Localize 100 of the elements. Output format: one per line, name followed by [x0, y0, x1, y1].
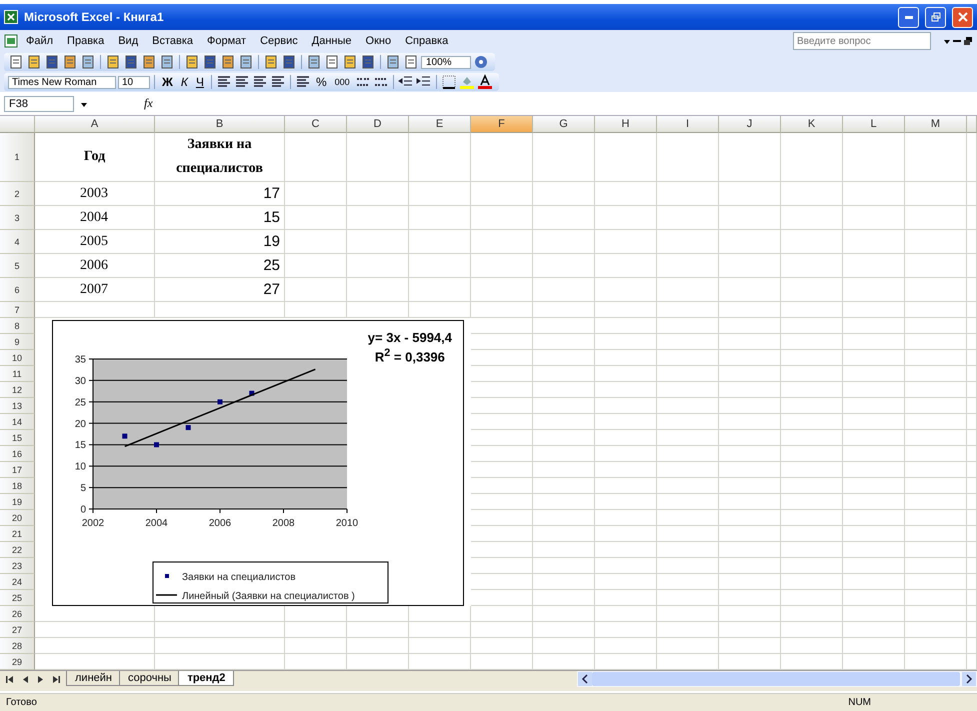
table-cell[interactable]	[595, 526, 657, 542]
table-header-cell[interactable]: Заявки на специалистов	[155, 133, 285, 182]
table-cell[interactable]	[967, 334, 977, 350]
column-header[interactable]: E	[409, 116, 471, 133]
table-cell[interactable]	[967, 318, 977, 334]
row-header[interactable]: 17	[0, 462, 35, 478]
table-cell[interactable]: 2005	[35, 230, 155, 254]
table-cell[interactable]	[719, 366, 781, 382]
table-cell[interactable]	[843, 366, 905, 382]
table-cell[interactable]	[347, 302, 409, 318]
table-cell[interactable]	[657, 398, 719, 414]
table-cell[interactable]	[409, 278, 471, 302]
table-cell[interactable]	[781, 510, 843, 526]
table-cell[interactable]	[967, 638, 977, 654]
table-cell[interactable]	[409, 133, 471, 182]
table-cell[interactable]	[843, 622, 905, 638]
table-cell[interactable]	[533, 558, 595, 574]
table-cell[interactable]	[409, 622, 471, 638]
sheet-navigation-arrow-icon[interactable]	[6, 675, 15, 684]
row-header[interactable]: 7	[0, 302, 35, 318]
table-cell[interactable]	[657, 462, 719, 478]
column-header[interactable]: F	[471, 116, 533, 133]
table-cell[interactable]	[657, 206, 719, 230]
table-cell[interactable]: 27	[155, 278, 285, 302]
table-cell[interactable]	[657, 414, 719, 430]
close-button[interactable]	[952, 6, 973, 28]
table-cell[interactable]	[905, 133, 967, 182]
table-cell[interactable]	[533, 510, 595, 526]
column-header[interactable]: G	[533, 116, 595, 133]
table-cell[interactable]	[781, 334, 843, 350]
table-cell[interactable]	[781, 278, 843, 302]
table-cell[interactable]	[657, 133, 719, 182]
table-cell[interactable]	[719, 206, 781, 230]
table-cell[interactable]	[409, 230, 471, 254]
table-cell[interactable]	[719, 414, 781, 430]
help-icon[interactable]	[473, 54, 489, 70]
column-header[interactable]: K	[781, 116, 843, 133]
table-cell[interactable]	[471, 478, 533, 494]
table-cell[interactable]	[533, 382, 595, 398]
table-cell[interactable]	[719, 542, 781, 558]
menu-item[interactable]: Данные	[306, 33, 358, 49]
table-cell[interactable]	[657, 182, 719, 206]
table-cell[interactable]	[967, 462, 977, 478]
table-cell[interactable]	[595, 254, 657, 278]
zoom-dropdown[interactable]: 100%	[421, 56, 471, 68]
column-header[interactable]: D	[347, 116, 409, 133]
table-cell[interactable]	[905, 510, 967, 526]
table-cell[interactable]	[843, 206, 905, 230]
row-header[interactable]: 16	[0, 446, 35, 462]
table-cell[interactable]	[595, 542, 657, 558]
menu-item[interactable]: Вставка	[146, 33, 200, 49]
table-cell[interactable]	[719, 230, 781, 254]
table-cell[interactable]	[657, 366, 719, 382]
table-cell[interactable]: 25	[155, 254, 285, 278]
table-cell[interactable]	[595, 182, 657, 206]
column-header[interactable]: C	[285, 116, 347, 133]
table-cell[interactable]	[905, 206, 967, 230]
table-cell[interactable]	[533, 318, 595, 334]
table-cell[interactable]	[781, 414, 843, 430]
table-cell[interactable]	[155, 302, 285, 318]
table-cell[interactable]	[657, 574, 719, 590]
table-cell[interactable]	[409, 254, 471, 278]
table-cell[interactable]	[533, 254, 595, 278]
table-cell[interactable]	[781, 478, 843, 494]
table-cell[interactable]	[595, 606, 657, 622]
table-cell[interactable]	[905, 622, 967, 638]
table-cell[interactable]	[843, 230, 905, 254]
column-header[interactable]: B	[155, 116, 285, 133]
table-cell[interactable]	[719, 318, 781, 334]
table-cell[interactable]	[905, 350, 967, 366]
table-cell[interactable]	[781, 430, 843, 446]
table-cell[interactable]	[657, 510, 719, 526]
table-cell[interactable]	[843, 510, 905, 526]
table-cell[interactable]	[781, 366, 843, 382]
menu-item[interactable]: Справка	[399, 33, 454, 49]
table-cell[interactable]	[595, 382, 657, 398]
table-cell[interactable]	[533, 590, 595, 606]
sheet-tab[interactable]: линейн	[66, 671, 121, 686]
table-cell[interactable]	[533, 278, 595, 302]
menu-item[interactable]: Окно	[360, 33, 398, 49]
table-cell[interactable]	[533, 606, 595, 622]
row-header[interactable]: 3	[0, 206, 35, 230]
table-cell[interactable]	[35, 622, 155, 638]
row-header[interactable]: 13	[0, 398, 35, 414]
table-cell[interactable]	[533, 542, 595, 558]
table-cell[interactable]	[409, 206, 471, 230]
table-cell[interactable]	[657, 230, 719, 254]
table-cell[interactable]	[781, 182, 843, 206]
dropdown-arrow-icon[interactable]	[943, 37, 951, 45]
menu-item[interactable]: Файл	[20, 33, 60, 49]
table-cell[interactable]	[843, 558, 905, 574]
table-cell[interactable]	[285, 302, 347, 318]
table-cell[interactable]	[533, 622, 595, 638]
table-cell[interactable]	[781, 230, 843, 254]
table-cell[interactable]	[471, 574, 533, 590]
table-cell[interactable]	[781, 638, 843, 654]
percent-button[interactable]: %	[312, 74, 330, 90]
bold-button[interactable]: Ж	[159, 74, 176, 90]
table-cell[interactable]	[595, 478, 657, 494]
table-cell[interactable]	[409, 638, 471, 654]
